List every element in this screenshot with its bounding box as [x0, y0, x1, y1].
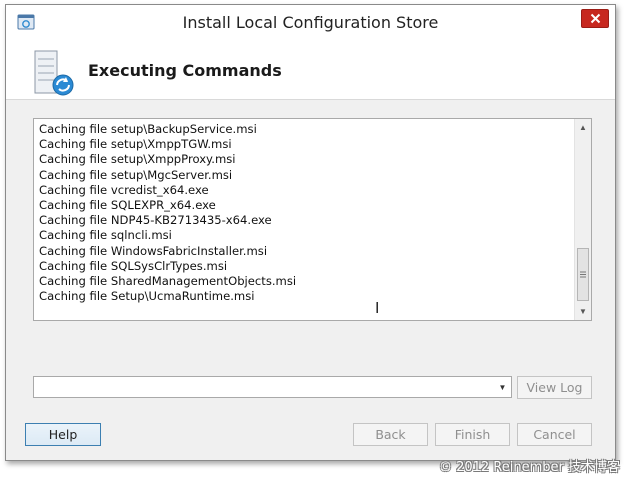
help-button[interactable]: Help — [25, 423, 101, 446]
chevron-down-icon[interactable]: ▼ — [494, 377, 511, 397]
view-log-button[interactable]: View Log — [517, 376, 592, 399]
cancel-button[interactable]: Cancel — [517, 423, 592, 446]
log-line: Caching file NDP45-KB2713435-x64.exe — [39, 213, 272, 228]
log-line: Caching file setup\XmppProxy.msi — [39, 152, 236, 167]
scroll-down-arrow-icon[interactable]: ▼ — [575, 303, 591, 320]
text-cursor-icon: I — [375, 299, 380, 317]
log-line: Caching file setup\BackupService.msi — [39, 122, 257, 136]
wizard-header: Executing Commands — [6, 39, 615, 100]
log-scrollbar[interactable]: ▲ ▼ — [574, 119, 591, 320]
log-line: Caching file SQLEXPR_x64.exe — [39, 197, 216, 212]
log-line: Caching file SharedManagementObjects.msi — [39, 273, 297, 288]
log-line: Caching file SQLSysClrTypes.msi — [39, 258, 228, 273]
command-log: Caching file setup\BackupService.msi Cac… — [39, 122, 574, 304]
page-title: Executing Commands — [88, 61, 282, 80]
finish-button[interactable]: Finish — [435, 423, 510, 446]
log-line: Caching file sqlncli.msi — [39, 228, 172, 243]
scroll-up-arrow-icon[interactable]: ▲ — [575, 119, 591, 136]
server-refresh-icon — [34, 50, 74, 96]
close-button[interactable] — [581, 9, 609, 28]
log-selector-combobox[interactable]: ▼ — [33, 376, 512, 398]
window-title: Install Local Configuration Store — [182, 13, 439, 32]
installer-dialog: Install Local Configuration Store Execut… — [5, 4, 616, 461]
command-log-box[interactable]: Caching file setup\BackupService.msi Cac… — [33, 118, 592, 321]
grip-icon — [580, 271, 586, 278]
log-line: Caching file setup\MgcServer.msi — [39, 167, 233, 182]
log-line: Caching file Setup\UcmaRuntime.msi — [39, 289, 255, 304]
title-bar: Install Local Configuration Store — [6, 5, 615, 39]
back-button[interactable]: Back — [353, 423, 428, 446]
scrollbar-thumb[interactable] — [577, 248, 589, 301]
log-line: Caching file WindowsFabricInstaller.msi — [39, 243, 268, 258]
log-line: Caching file setup\XmppTGW.msi — [39, 137, 232, 152]
copyright-watermark: © 2012 Reinember 技术博客 — [438, 460, 620, 475]
log-line: Caching file vcredist_x64.exe — [39, 182, 209, 197]
close-icon — [590, 13, 600, 24]
